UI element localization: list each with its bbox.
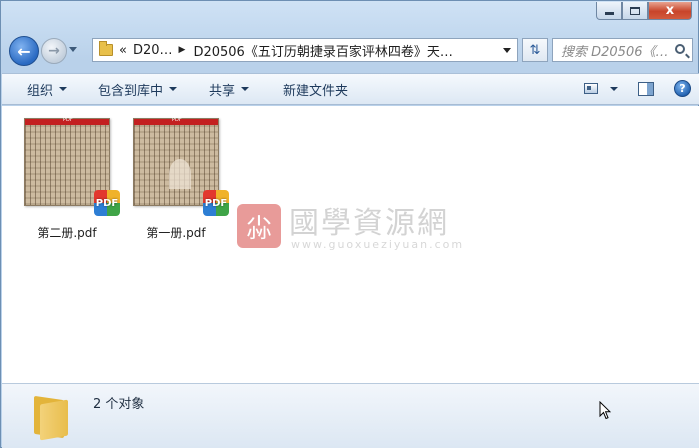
- change-view-icon[interactable]: [584, 83, 598, 94]
- file-item[interactable]: PDF PDF 第一册.pdf: [126, 116, 229, 241]
- caption-buttons: x: [596, 2, 692, 20]
- details-pane: 2 个对象: [2, 383, 699, 448]
- new-folder-button[interactable]: 新建文件夹: [249, 74, 348, 104]
- pdf-icon: PDF: [203, 190, 229, 216]
- navigation-bar: ← → « D20… ▶ D20506《五订历朝捷录百家评林四卷》天… ⇅ 搜索…: [7, 34, 693, 68]
- command-bar: 组织 包含到库中 共享 新建文件夹 ?: [2, 73, 699, 105]
- chevron-down-icon: [241, 87, 250, 91]
- share-menu[interactable]: 共享: [177, 74, 250, 104]
- organize-label: 组织: [27, 83, 54, 99]
- watermark-name: 國學資源網: [289, 206, 449, 241]
- include-in-library-label: 包含到库中: [98, 83, 164, 99]
- chevron-right-icon[interactable]: ▶: [179, 45, 186, 55]
- explorer-window: x ← → « D20… ▶ D20506《五订历朝捷录百家评林四卷》天… ⇅ …: [0, 0, 699, 448]
- pdf-icon: PDF: [94, 190, 120, 216]
- back-button[interactable]: ←: [9, 36, 39, 66]
- item-count: 2 个对象: [93, 397, 145, 412]
- refresh-icon: ⇅: [529, 42, 541, 58]
- search-input[interactable]: 搜索 D20506《…: [552, 38, 693, 62]
- chevron-down-icon: [59, 87, 68, 91]
- watermark: 尛 國學資源網 www.guoxueziyuan.com: [237, 198, 477, 258]
- chevron-down-icon: [169, 87, 178, 91]
- search-placeholder: 搜索 D20506《…: [561, 44, 669, 60]
- search-icon[interactable]: [675, 44, 685, 54]
- arrow-left-icon: ←: [17, 41, 31, 61]
- file-list[interactable]: PDF PDF 第二册.pdf PDF PDF 第一册.pdf 尛 國學資源網 …: [2, 106, 699, 383]
- organize-menu[interactable]: 组织: [2, 74, 68, 104]
- pdf-thumbnail: PDF PDF: [131, 116, 229, 216]
- maximize-button[interactable]: [622, 2, 648, 20]
- include-in-library-menu[interactable]: 包含到库中: [67, 74, 178, 104]
- close-button[interactable]: x: [648, 2, 692, 20]
- help-icon[interactable]: ?: [674, 80, 691, 97]
- watermark-seal-icon: 尛: [237, 204, 281, 248]
- folder-icon: [30, 392, 70, 441]
- address-dropdown-button[interactable]: [503, 48, 511, 53]
- folder-icon: [99, 41, 113, 56]
- file-name[interactable]: 第二册.pdf: [17, 224, 117, 241]
- file-item[interactable]: PDF PDF 第二册.pdf: [17, 116, 120, 241]
- breadcrumb-item-1[interactable]: D20…: [133, 43, 173, 58]
- minimize-icon: [604, 12, 614, 15]
- share-label: 共享: [209, 83, 236, 99]
- address-bar[interactable]: « D20… ▶ D20506《五订历朝捷录百家评林四卷》天…: [92, 38, 518, 62]
- recent-pages-dropdown[interactable]: [69, 47, 77, 52]
- arrow-right-icon: →: [48, 43, 60, 59]
- toolbar-right-group: ?: [584, 80, 691, 97]
- pdf-thumbnail: PDF PDF: [22, 116, 120, 216]
- refresh-button[interactable]: ⇅: [522, 38, 548, 62]
- close-icon: x: [665, 3, 675, 18]
- preview-pane-icon[interactable]: [638, 81, 654, 96]
- minimize-button[interactable]: [596, 2, 622, 20]
- breadcrumb-overflow[interactable]: «: [119, 43, 127, 58]
- forward-button[interactable]: →: [41, 38, 67, 64]
- watermark-url: www.guoxueziyuan.com: [291, 238, 465, 251]
- file-name[interactable]: 第一册.pdf: [126, 224, 226, 241]
- view-options-dropdown[interactable]: [610, 86, 618, 91]
- new-folder-label: 新建文件夹: [283, 83, 349, 99]
- maximize-icon: [630, 6, 640, 15]
- breadcrumb-item-2[interactable]: D20506《五订历朝捷录百家评林四卷》天…: [193, 41, 452, 60]
